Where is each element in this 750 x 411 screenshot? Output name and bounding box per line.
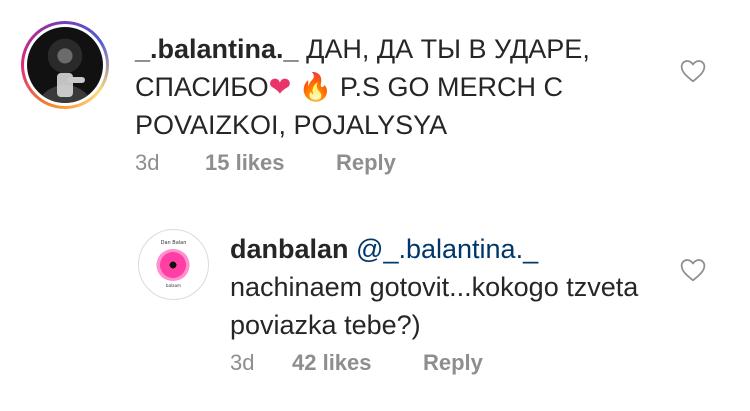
comment-time[interactable]: 3d	[230, 350, 292, 376]
avatar-brand-text: Dan Balan	[160, 240, 187, 246]
comment-time[interactable]: 3d	[135, 150, 205, 176]
avatar	[27, 27, 103, 103]
heart-outline-icon[interactable]	[680, 59, 706, 83]
avatar-story-ring[interactable]	[21, 21, 109, 109]
comment-meta: 3d 42 likes Reply	[230, 350, 483, 376]
avatar[interactable]: Dan Balan balaam	[138, 229, 209, 300]
avatar-bottom-text: balaam	[166, 283, 181, 288]
comment-username[interactable]: danbalan	[230, 234, 349, 264]
comment-likes[interactable]: 15 likes	[205, 150, 336, 176]
avatar-photo-detail	[67, 77, 85, 83]
reply-button[interactable]: Reply	[336, 150, 396, 176]
comment-likes[interactable]: 42 likes	[292, 350, 423, 376]
heart-outline-icon[interactable]	[680, 258, 706, 282]
fire-emoji: 🔥	[298, 72, 333, 102]
mention-link[interactable]: @_.balantina._	[356, 234, 538, 264]
heart-emoji: ❤	[268, 72, 292, 102]
avatar-ring-gap	[24, 24, 106, 106]
comment-text: nachinaem gotovit...kokogo tzveta poviaz…	[230, 272, 639, 340]
avatar-flower-graphic	[156, 249, 190, 281]
comment-body: _.balantina._ ДАН, ДА ТЫ В УДАРЕ, СПАСИБ…	[135, 30, 655, 144]
reply-button[interactable]: Reply	[423, 350, 483, 376]
comment-username[interactable]: _.balantina._	[135, 34, 299, 64]
reply-body: danbalan @_.balantina._ nachinaem gotovi…	[230, 230, 650, 344]
comment-meta: 3d 15 likes Reply	[135, 150, 396, 176]
